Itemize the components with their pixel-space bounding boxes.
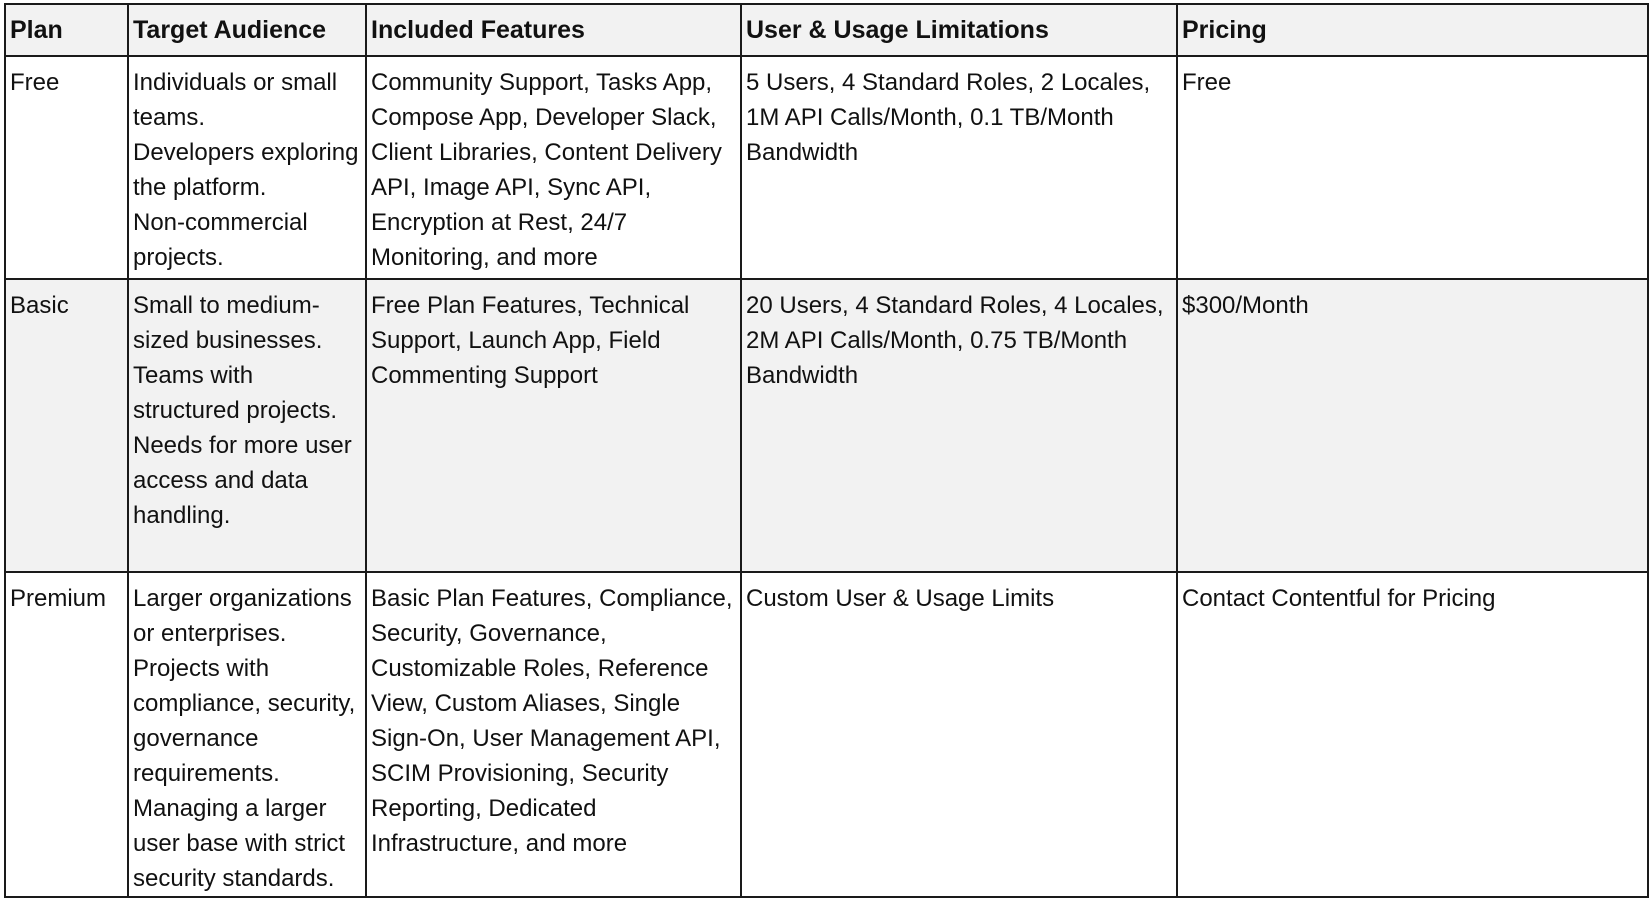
audience-item: Non-commercial projects.	[133, 209, 308, 271]
included-features-cell: Community Support, Tasks App, Compose Ap…	[365, 55, 742, 280]
pricing-cell: $300/Month	[1176, 278, 1649, 573]
target-audience-cell: Small to medium-sized businesses. Teams …	[127, 278, 367, 573]
pricing-plans-table: Plan Target Audience Included Features U…	[4, 3, 1649, 898]
usage-limits-cell: 20 Users, 4 Standard Roles, 4 Locales, 2…	[740, 278, 1178, 573]
audience-item: Individuals or small teams.	[133, 69, 338, 131]
pricing-cell: Free	[1176, 55, 1649, 280]
header-user-usage-limitations: User & Usage Limitations	[740, 3, 1178, 57]
included-features-cell: Basic Plan Features, Compliance, Securit…	[365, 571, 742, 898]
table-row-premium: Premium Larger organizations or enterpri…	[4, 571, 1649, 898]
audience-item: Larger organizations or enterprises.	[133, 585, 352, 647]
header-plan: Plan	[4, 3, 129, 57]
table-header-row: Plan Target Audience Included Features U…	[4, 3, 1649, 57]
audience-item: Managing a larger user base with strict …	[133, 795, 346, 892]
table-row-free: Free Individuals or small teams. Develop…	[4, 55, 1649, 280]
table-row-basic: Basic Small to medium-sized businesses. …	[4, 278, 1649, 573]
audience-item: Small to medium-sized businesses.	[133, 292, 323, 354]
target-audience-cell: Larger organizations or enterprises. Pro…	[127, 571, 367, 898]
header-pricing: Pricing	[1176, 3, 1649, 57]
plan-name: Basic	[4, 278, 129, 573]
header-included-features: Included Features	[365, 3, 742, 57]
included-features-cell: Free Plan Features, Technical Support, L…	[365, 278, 742, 573]
audience-item: Needs for more user access and data hand…	[133, 432, 352, 529]
plan-name: Premium	[4, 571, 129, 898]
pricing-cell: Contact Contentful for Pricing	[1176, 571, 1649, 898]
audience-item: Projects with compliance, security, gove…	[133, 655, 356, 787]
audience-item: Developers exploring the platform.	[133, 139, 359, 201]
plan-name: Free	[4, 55, 129, 280]
target-audience-cell: Individuals or small teams. Developers e…	[127, 55, 367, 280]
usage-limits-cell: Custom User & Usage Limits	[740, 571, 1178, 898]
usage-limits-cell: 5 Users, 4 Standard Roles, 2 Locales, 1M…	[740, 55, 1178, 280]
header-target-audience: Target Audience	[127, 3, 367, 57]
audience-item: Teams with structured projects.	[133, 362, 338, 424]
